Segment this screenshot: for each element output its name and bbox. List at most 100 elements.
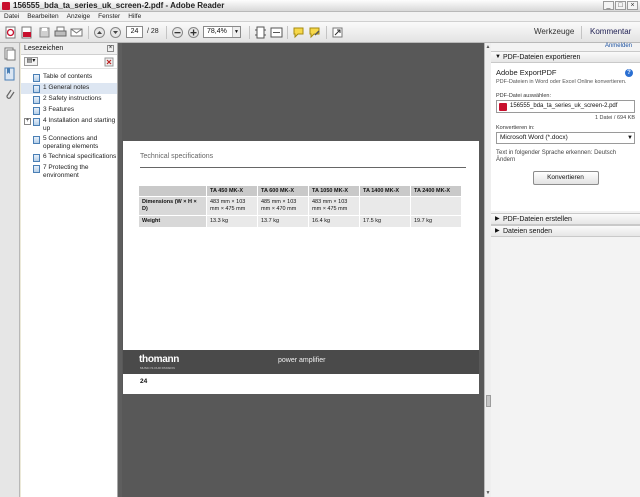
menu-fenster[interactable]: Fenster xyxy=(94,12,124,21)
title-bar: 156555_bda_ta_series_uk_screen-2.pdf - A… xyxy=(0,0,640,12)
convert-button[interactable]: Konvertieren xyxy=(532,171,599,185)
bookmark-label: 4 Installation and starting up xyxy=(43,117,116,132)
save-icon[interactable] xyxy=(38,26,51,39)
table-cell xyxy=(411,197,461,215)
bookmarks-icon[interactable] xyxy=(3,67,16,81)
table-header xyxy=(139,186,206,196)
bookmark-label: 2 Safety instructions xyxy=(43,95,102,102)
next-page-icon[interactable] xyxy=(109,26,122,39)
bookmark-options-button[interactable]: ▤▾ xyxy=(24,57,38,66)
create-pdf-icon[interactable] xyxy=(4,26,17,39)
bookmark-item[interactable]: 3 Features xyxy=(21,105,117,116)
expand-icon[interactable] xyxy=(331,26,344,39)
bookmark-label: 1 General notes xyxy=(43,84,90,91)
recognize-language-label: Text in folgender Sprache erkennen: Deut… xyxy=(496,150,617,156)
table-cell: 483 mm × 103 mm × 475 mm xyxy=(207,197,257,215)
fit-page-icon[interactable] xyxy=(254,26,267,39)
delete-bookmark-icon[interactable] xyxy=(104,57,114,67)
table-header: TA 2400 MK-X xyxy=(411,186,461,196)
close-icon[interactable]: × xyxy=(107,45,114,52)
open-file-icon[interactable] xyxy=(20,26,33,39)
zoom-value: 78,4% xyxy=(207,28,227,35)
selected-file-field[interactable]: 156555_bda_ta_series_uk_screen-2.pdf xyxy=(496,100,635,113)
bookmarks-header: Lesezeichen × xyxy=(21,43,117,55)
create-pdf-section-header[interactable]: ▶ PDF-Dateien erstellen xyxy=(491,213,640,225)
zoom-out-icon[interactable] xyxy=(171,26,184,39)
zoom-in-icon[interactable] xyxy=(187,26,200,39)
table-cell xyxy=(360,197,410,215)
bookmark-icon xyxy=(33,136,40,144)
zoom-select[interactable]: 78,4% ▼ xyxy=(203,26,241,38)
bookmark-item[interactable]: 1 General notes xyxy=(21,83,117,94)
bookmark-item[interactable]: Table of contents xyxy=(21,72,117,83)
email-icon[interactable] xyxy=(70,26,83,39)
table-cell: Dimensions (W × H × D) xyxy=(139,197,206,215)
bookmark-icon xyxy=(33,74,40,82)
kommentar-button[interactable]: Kommentar xyxy=(590,27,631,36)
menu-bearbeiten[interactable]: Bearbeiten xyxy=(23,12,62,21)
menu-bar: Datei Bearbeiten Anzeige Fenster Hilfe xyxy=(0,12,640,22)
thomann-logo: thomann xyxy=(139,354,180,365)
convert-format-value: Microsoft Word (*.docx) xyxy=(500,134,568,141)
page-thumbnails-icon[interactable] xyxy=(3,47,16,61)
export-pdf-section-header[interactable]: ▼ PDF-Dateien exportieren xyxy=(491,51,640,63)
bookmark-label: 5 Connections and operating elements xyxy=(43,135,99,150)
previous-page-icon[interactable] xyxy=(93,26,106,39)
table-header: TA 1400 MK-X xyxy=(360,186,410,196)
bookmark-item[interactable]: 5 Connections and operating elements xyxy=(21,134,117,152)
export-pdf-section: Adobe ExportPDF ? PDF-Dateien in Word od… xyxy=(491,63,640,211)
panel-splitter[interactable] xyxy=(118,43,122,497)
expand-icon[interactable]: + xyxy=(24,118,31,125)
file-count: 1 Datei / 694 KB xyxy=(594,115,635,121)
print-icon[interactable] xyxy=(54,26,67,39)
send-files-section-header[interactable]: ▶ Dateien senden xyxy=(491,225,640,237)
highlight-icon[interactable] xyxy=(308,26,321,39)
convert-format-select[interactable]: Microsoft Word (*.docx) ▼ xyxy=(496,132,635,144)
bookmark-label: 7 Protecting the environment xyxy=(43,164,89,179)
bookmark-icon xyxy=(33,154,40,162)
navigation-pane-strip xyxy=(0,43,20,497)
bookmark-item[interactable]: 6 Technical specifications xyxy=(21,152,117,163)
bookmark-item[interactable]: 7 Protecting the environment xyxy=(21,163,117,181)
bookmark-label: 6 Technical specifications xyxy=(43,153,117,160)
vertical-scrollbar[interactable]: ▲ ▼ xyxy=(484,43,491,497)
export-description: PDF-Dateien in Word oder Excel Online ko… xyxy=(496,79,627,85)
window-title: 156555_bda_ta_series_uk_screen-2.pdf - A… xyxy=(13,1,225,10)
bookmark-item[interactable]: +4 Installation and starting up xyxy=(21,116,117,134)
pdf-file-icon xyxy=(499,103,507,111)
bookmark-label: Table of contents xyxy=(43,73,93,80)
table-cell: 19.7 kg xyxy=(411,216,461,227)
bookmark-label: 3 Features xyxy=(43,106,75,113)
table-cell: 485 mm × 103 mm × 470 mm xyxy=(258,197,308,215)
table-cell: 13.3 kg xyxy=(207,216,257,227)
menu-anzeige[interactable]: Anzeige xyxy=(63,12,95,21)
change-language-link[interactable]: Ändern xyxy=(496,157,515,163)
bookmark-icon xyxy=(33,107,40,115)
menu-datei[interactable]: Datei xyxy=(0,12,23,21)
expand-triangle-icon: ▶ xyxy=(495,228,500,234)
close-button[interactable]: × xyxy=(627,1,638,10)
werkzeuge-button[interactable]: Werkzeuge xyxy=(534,27,574,36)
fit-width-icon[interactable] xyxy=(270,26,283,39)
tools-panel: Anmelden ▼ PDF-Dateien exportieren Adobe … xyxy=(491,43,640,497)
minimize-button[interactable]: _ xyxy=(603,1,614,10)
bookmarks-toolbar: ▤▾ xyxy=(21,55,117,69)
page-number: 24 xyxy=(140,378,148,385)
adobe-reader-icon xyxy=(2,2,10,10)
page-footer-band: thomann MUSIC IS OUR PASSION power ampli… xyxy=(123,350,479,374)
anmelden-link[interactable]: Anmelden xyxy=(605,43,632,49)
table-row: Weight 13.3 kg 13.7 kg 16.4 kg 17.5 kg 1… xyxy=(139,216,461,227)
table-header-row: TA 450 MK-X TA 600 MK-X TA 1050 MK-X TA … xyxy=(139,186,461,196)
comment-icon[interactable] xyxy=(292,26,305,39)
bookmark-item[interactable]: 2 Safety instructions xyxy=(21,94,117,105)
bookmark-icon xyxy=(33,165,40,173)
maximize-button[interactable]: □ xyxy=(615,1,626,10)
table-cell: 17.5 kg xyxy=(360,216,410,227)
toolbar: 24 / 28 78,4% ▼ Werkzeuge Kommentar xyxy=(0,22,640,43)
help-icon[interactable]: ? xyxy=(625,69,633,77)
convert-to-label: Konvertieren in: xyxy=(496,125,535,131)
page-number-input[interactable]: 24 xyxy=(126,26,143,38)
attachments-icon[interactable] xyxy=(3,87,16,101)
menu-hilfe[interactable]: Hilfe xyxy=(124,12,145,21)
table-row: Dimensions (W × H × D) 483 mm × 103 mm ×… xyxy=(139,197,461,215)
